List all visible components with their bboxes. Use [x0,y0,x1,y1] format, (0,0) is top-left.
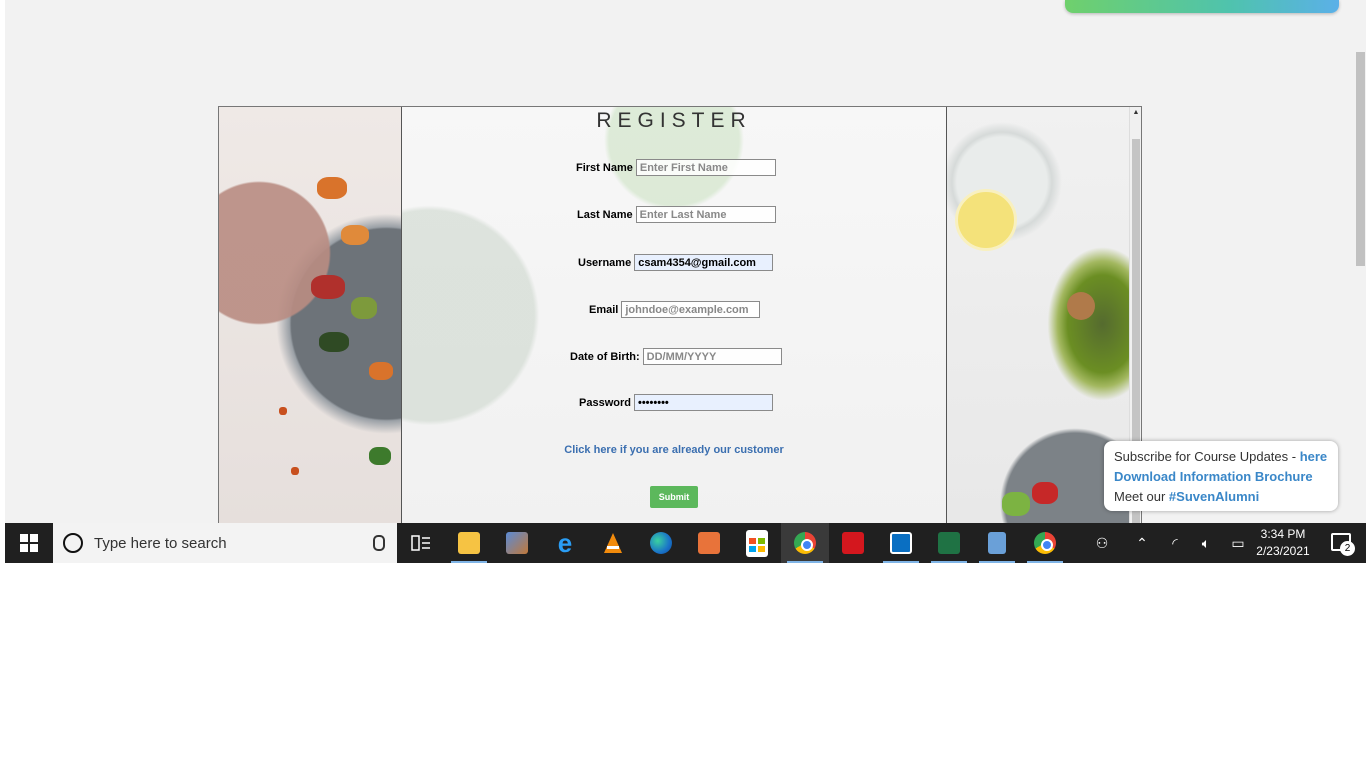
username-input[interactable]: csam4354@gmail.com [634,254,774,271]
register-frame: REGISTER First Name Enter First Name Las… [218,106,1142,524]
email-input[interactable]: johndoe@example.com [621,301,761,318]
vlc-icon[interactable] [589,523,637,563]
notification-badge: 2 [1340,541,1355,556]
wifi-icon[interactable]: ◜ [1163,523,1187,563]
task-view-icon[interactable] [397,523,445,563]
windows-icon [20,534,38,552]
search-placeholder: Type here to search [94,534,227,552]
first-name-label: First Name [576,161,633,174]
volume-icon[interactable]: 🔈︎ [1194,523,1218,563]
top-banner-strip[interactable] [1065,0,1339,13]
promo-line-alumni: Meet our #SuvenAlumni [1114,487,1328,507]
email-row: Email johndoe@example.com [589,301,761,318]
app-blue-icon[interactable] [877,523,925,563]
chevron-up-icon[interactable]: ⌃ [1130,523,1154,563]
microphone-icon[interactable] [373,535,385,551]
excel-icon[interactable] [925,523,973,563]
acrobat-icon[interactable] [829,523,877,563]
login-prompt: Click here if you are already our custom… [402,444,946,456]
login-prompt-text: if you are already our customer [616,444,784,456]
last-name-row: Last Name Enter Last Name [577,206,776,223]
system-clock[interactable]: 3:34 PM 2/23/2021 [1250,526,1316,560]
edge-icon[interactable] [637,523,685,563]
battery-icon[interactable]: ▭ [1226,523,1250,563]
scroll-up-icon[interactable]: ▲ [1132,108,1140,118]
office-icon[interactable] [685,523,733,563]
file-explorer-icon[interactable] [445,523,493,563]
dob-input[interactable]: DD/MM/YYYY [642,348,782,365]
chrome-icon[interactable] [781,523,829,563]
clock-date: 2/23/2021 [1256,544,1310,558]
last-name-label: Last Name [577,208,633,221]
register-form: REGISTER First Name Enter First Name Las… [402,107,946,524]
brochure-link[interactable]: Download Information Brochure [1114,469,1313,484]
promo-popup: Subscribe for Course Updates - here Down… [1104,441,1338,511]
promo-alumni-text: Meet our [1114,489,1169,504]
page-scroll-thumb[interactable] [1356,52,1365,266]
password-input[interactable]: •••••••• [633,394,773,411]
start-button[interactable] [5,523,53,563]
food-image-right [946,107,1130,524]
promo-line-brochure: Download Information Brochure [1114,467,1328,487]
paint-app-icon[interactable] [493,523,541,563]
login-link[interactable]: Click here [564,444,617,456]
taskbar: Type here to search e ⚇ ⌃ ◜ 🔈︎ ▭ 3:34 PM… [5,523,1366,563]
store-icon[interactable] [733,523,781,563]
page-title: REGISTER [596,109,752,132]
username-label: Username [578,256,632,269]
internet-explorer-icon[interactable]: e [541,523,589,563]
password-label: Password [579,396,631,409]
chrome-2-icon[interactable] [1021,523,1069,563]
taskbar-search[interactable]: Type here to search [53,523,397,563]
password-row: Password •••••••• [579,394,773,411]
calculator-icon[interactable] [973,523,1021,563]
email-label: Email [589,303,619,316]
page-scrollbar[interactable] [1355,0,1366,523]
submit-button[interactable]: Submit [650,486,698,508]
food-image-left [219,107,402,524]
alumni-link[interactable]: #SuvenAlumni [1169,489,1259,504]
username-row: Username csam4354@gmail.com [578,254,774,271]
people-icon[interactable]: ⚇ [1090,523,1114,563]
promo-subscribe-text: Subscribe for Course Updates - [1114,449,1300,464]
clock-time: 3:34 PM [1260,527,1306,541]
cortana-icon [63,533,83,553]
promo-line-subscribe: Subscribe for Course Updates - here [1114,447,1328,467]
last-name-input[interactable]: Enter Last Name [635,206,776,223]
dob-row: Date of Birth: DD/MM/YYYY [570,348,782,365]
dob-label: Date of Birth: [570,350,640,363]
first-name-row: First Name Enter First Name [576,159,776,176]
subscribe-link[interactable]: here [1300,449,1327,464]
first-name-input[interactable]: Enter First Name [635,159,776,176]
